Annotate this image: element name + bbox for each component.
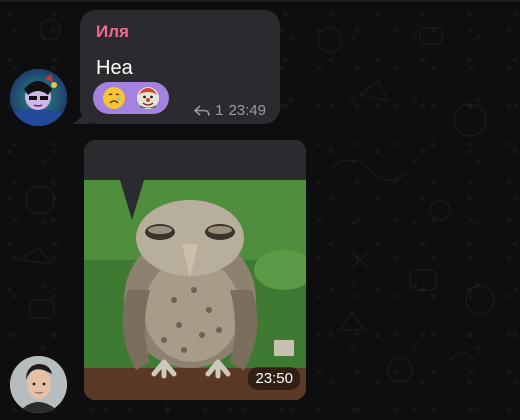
sender-name[interactable]: Иля — [96, 22, 129, 42]
owl-meme-photo[interactable]: 23:50 — [84, 140, 306, 400]
owl-image-icon — [84, 140, 306, 400]
avatar-photo-icon — [10, 356, 67, 413]
reactions-pill[interactable] — [93, 82, 169, 114]
photo-time: 23:50 — [248, 367, 300, 390]
avatar-artwork-icon — [10, 69, 67, 126]
sender-avatar-2[interactable] — [10, 356, 67, 413]
reply-count[interactable]: 1 — [215, 102, 223, 119]
sender-avatar-ilya[interactable] — [10, 69, 67, 126]
clown-sticker-emoji-icon[interactable] — [136, 86, 160, 110]
crying-face-emoji-icon[interactable] — [102, 86, 126, 110]
message-meta: 1 23:49 — [194, 102, 266, 119]
top-divider — [0, 0, 520, 2]
message-text: Неа — [96, 57, 133, 79]
message-time: 23:49 — [228, 102, 266, 119]
reply-arrow-icon[interactable] — [194, 104, 210, 117]
message-bubble-1[interactable]: Иля Неа 1 23:49 — [73, 10, 280, 124]
